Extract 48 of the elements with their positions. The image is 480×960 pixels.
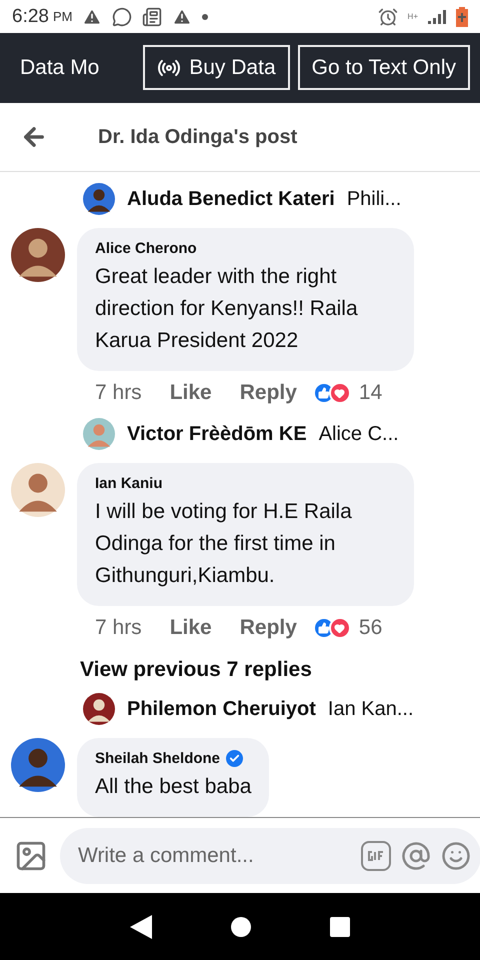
battery-icon (456, 6, 468, 26)
status-period: PM (52, 9, 72, 24)
gif-icon[interactable] (361, 840, 391, 870)
chat-icon (112, 6, 132, 26)
reply-snippet[interactable]: Alice C... (318, 422, 399, 446)
recents-nav-icon[interactable] (330, 916, 350, 936)
emoji-icon[interactable] (441, 840, 471, 870)
like-button[interactable]: Like (170, 616, 212, 640)
comment-input[interactable]: Write a comment... (76, 842, 351, 868)
data-mode-label: Data Mo (20, 56, 100, 80)
comment-time: 7 hrs (95, 616, 142, 640)
reply-button[interactable]: Reply (240, 381, 297, 405)
home-nav-icon[interactable] (230, 916, 251, 936)
avatar (11, 738, 65, 792)
reply-author[interactable]: Victor Frèèdōm KE (127, 422, 307, 446)
page-title: Dr. Ida Odinga's post (98, 126, 298, 148)
comment-author[interactable]: Alice Cherono (95, 240, 197, 257)
news-icon (142, 6, 162, 26)
network-type: H+ (408, 12, 418, 21)
like-button[interactable]: Like (170, 381, 212, 405)
reply-author[interactable]: Philemon Cheruiyot (127, 698, 316, 720)
comment-time: 7 hrs (95, 381, 142, 405)
reaction-count[interactable]: 14 (358, 381, 382, 405)
avatar (11, 228, 65, 282)
reply-snippet[interactable]: Ian Kan... (328, 698, 414, 720)
text-only-button[interactable]: Go to Text Only (298, 45, 470, 90)
avatar (83, 183, 115, 215)
buy-data-button[interactable]: Buy Data (143, 45, 290, 90)
comment-text: All the best baba (95, 774, 252, 800)
view-replies-link[interactable]: View previous 7 replies (0, 650, 480, 690)
status-time: 6:28 (12, 6, 49, 28)
comment-author[interactable]: Ian Kaniu (95, 475, 163, 492)
reply-author[interactable]: Aluda Benedict Kateri (127, 188, 335, 210)
dot-icon (202, 14, 208, 20)
avatar (83, 693, 115, 725)
avatar (11, 463, 65, 517)
comment-author[interactable]: Sheilah Sheldone (95, 750, 220, 767)
signal-icon (428, 10, 446, 24)
comment-text: I will be voting for H.E Raila Odinga for the first time in Githunguri,Kiambu. (95, 499, 353, 589)
back-nav-icon[interactable] (130, 914, 152, 938)
alarm-icon (378, 6, 398, 26)
reply-button[interactable]: Reply (240, 616, 297, 640)
comment-text: Great leader with the right direction for Kenyans!! Raila Karua President 2022 (95, 264, 359, 354)
reaction-count[interactable]: 56 (358, 616, 382, 640)
mention-icon[interactable] (401, 840, 431, 870)
avatar (83, 418, 115, 450)
reply-snippet[interactable]: Phili... (346, 188, 402, 210)
comment-field[interactable]: Write a comment... (60, 828, 480, 884)
